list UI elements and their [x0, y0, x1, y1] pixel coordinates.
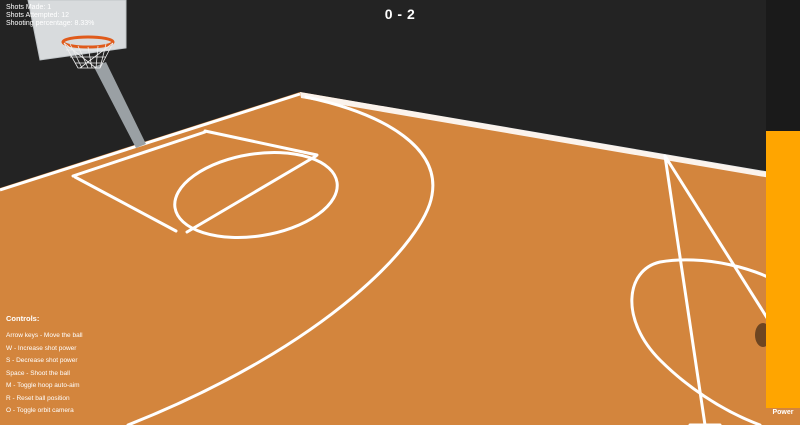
scoreboard: 0 - 2: [384, 6, 416, 22]
power-meter: [766, 0, 800, 408]
power-label: Power: [772, 409, 794, 416]
controls-title: Controls:: [6, 314, 40, 323]
power-meter-fill: [766, 130, 800, 408]
court-scene: [0, 0, 800, 425]
control-item: Space - Shoot the ball: [6, 369, 70, 377]
control-item: R - Reset ball position: [6, 394, 70, 402]
control-item: Arrow keys - Move the ball: [6, 332, 83, 339]
controls-panel: Controls: Arrow keys - Move the ball W -…: [6, 314, 83, 418]
control-item: W - Increase shot power: [6, 344, 77, 352]
control-item: S - Decrease shot power: [6, 357, 78, 364]
game-viewport[interactable]: Shots Made: 1 Shots Attempted: 12 Shooti…: [0, 0, 800, 425]
control-item: O - Toggle orbit camera: [6, 407, 74, 414]
control-item: M - Toggle hoop auto-aim: [6, 382, 80, 389]
hoop-pole: [94, 62, 146, 148]
